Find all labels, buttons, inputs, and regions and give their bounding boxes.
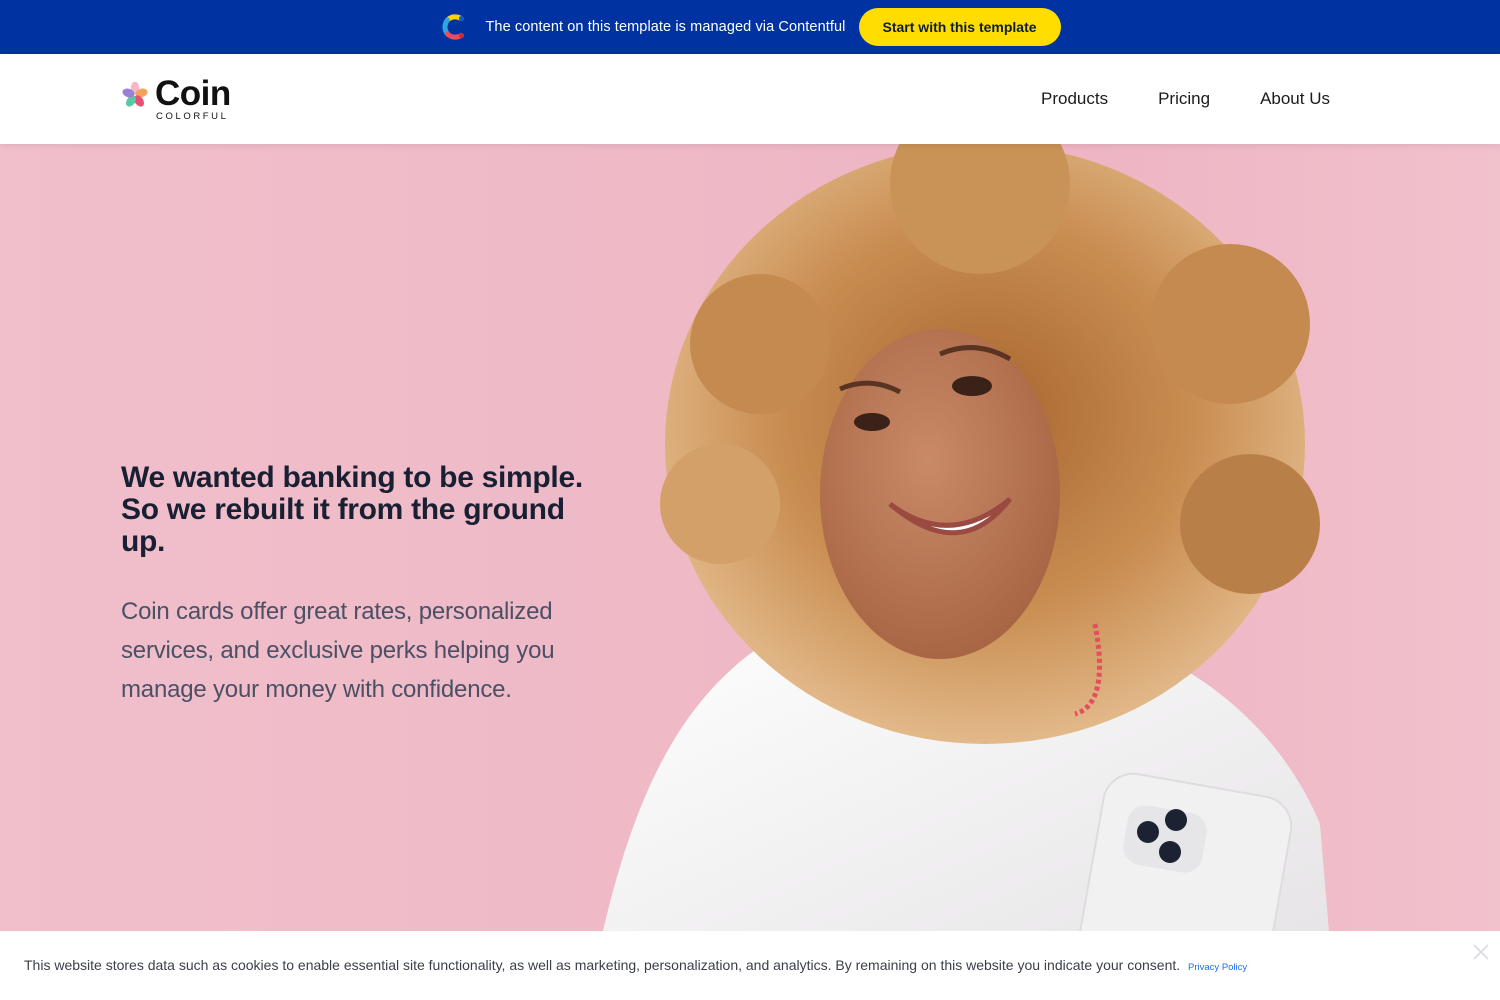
nav-item-pricing[interactable]: Pricing xyxy=(1158,89,1210,109)
template-banner-content: The content on this template is managed … xyxy=(439,8,1061,46)
hero-headline: We wanted banking to be simple. So we re… xyxy=(121,461,583,558)
site-header: Coin COLORFUL Products Pricing About Us xyxy=(0,54,1500,144)
template-banner-message: The content on this template is managed … xyxy=(485,19,846,35)
brand-subtitle: COLORFUL xyxy=(156,111,229,122)
brand-text: Coin COLORFUL xyxy=(155,74,231,122)
close-icon[interactable] xyxy=(1472,943,1490,961)
brand-logo[interactable]: Coin COLORFUL xyxy=(121,74,231,122)
hero-copy: We wanted banking to be simple. So we re… xyxy=(121,462,591,709)
contentful-logo-icon xyxy=(442,14,465,40)
cookie-banner: This website stores data such as cookies… xyxy=(0,931,1500,1000)
flower-logo-icon xyxy=(122,81,148,107)
hero-section: We wanted banking to be simple. So we re… xyxy=(0,144,1500,944)
main-nav: Products Pricing About Us xyxy=(1041,54,1330,144)
brand-name: Coin xyxy=(155,74,231,113)
template-banner: The content on this template is managed … xyxy=(0,0,1500,54)
nav-item-about-us[interactable]: About Us xyxy=(1260,89,1330,109)
cookie-message-row: This website stores data such as cookies… xyxy=(24,957,1247,973)
privacy-policy-link[interactable]: Privacy Policy xyxy=(1188,962,1247,973)
start-with-template-button[interactable]: Start with this template xyxy=(858,8,1061,46)
hero-description: Coin cards offer great rates, personaliz… xyxy=(121,598,555,703)
nav-item-products[interactable]: Products xyxy=(1041,89,1108,109)
cookie-message: This website stores data such as cookies… xyxy=(24,957,1181,973)
